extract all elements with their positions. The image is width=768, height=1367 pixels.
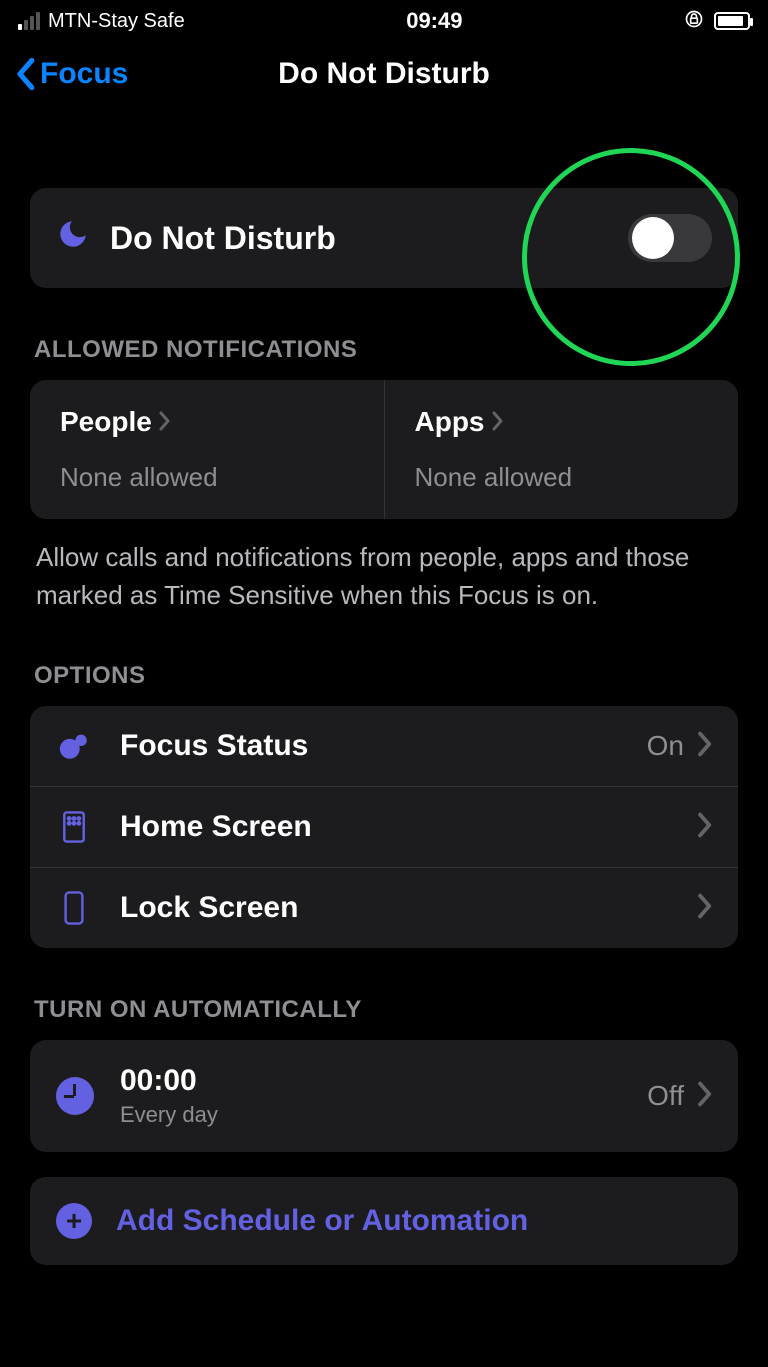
battery-icon xyxy=(714,12,750,30)
back-button[interactable]: Focus xyxy=(14,57,128,91)
moon-icon xyxy=(56,217,90,260)
allowed-header: ALLOWED NOTIFICATIONS xyxy=(34,336,734,364)
apps-sub: None allowed xyxy=(415,462,709,493)
people-sub: None allowed xyxy=(60,462,354,493)
focus-status-icon xyxy=(56,728,92,764)
lock-screen-row[interactable]: Lock Screen xyxy=(30,867,738,948)
people-cell[interactable]: People None allowed xyxy=(30,380,384,519)
plus-icon: + xyxy=(56,1203,92,1239)
apps-cell[interactable]: Apps None allowed xyxy=(384,380,739,519)
clock-icon xyxy=(56,1077,94,1115)
allowed-notifications-card: People None allowed Apps None allowed xyxy=(30,380,738,519)
options-header: OPTIONS xyxy=(34,662,734,690)
schedule-state: Off xyxy=(647,1080,684,1112)
chevron-right-icon xyxy=(696,893,712,924)
status-bar: MTN-Stay Safe 09:49 xyxy=(0,0,768,40)
rotation-lock-icon xyxy=(684,9,704,34)
page-title: Do Not Disturb xyxy=(278,57,490,91)
chevron-right-icon xyxy=(158,406,170,438)
home-screen-row[interactable]: Home Screen xyxy=(30,786,738,867)
back-label: Focus xyxy=(40,57,128,91)
options-card: Focus Status On Home Screen Lock Screen xyxy=(30,706,738,948)
chevron-right-icon xyxy=(696,731,712,762)
chevron-right-icon xyxy=(491,406,503,438)
lock-screen-label: Lock Screen xyxy=(120,891,696,925)
dnd-label: Do Not Disturb xyxy=(110,220,628,257)
people-label: People xyxy=(60,406,152,438)
carrier-label: MTN-Stay Safe xyxy=(48,10,185,33)
focus-status-row[interactable]: Focus Status On xyxy=(30,706,738,786)
home-screen-icon xyxy=(56,809,92,845)
add-schedule-row[interactable]: + Add Schedule or Automation xyxy=(30,1176,738,1265)
chevron-right-icon xyxy=(696,812,712,843)
status-time: 09:49 xyxy=(406,8,462,34)
home-screen-label: Home Screen xyxy=(120,810,696,844)
add-schedule-label: Add Schedule or Automation xyxy=(116,1204,528,1238)
nav-header: Focus Do Not Disturb xyxy=(0,40,768,108)
apps-label: Apps xyxy=(415,406,485,438)
schedule-time: 00:00 xyxy=(120,1064,647,1098)
dnd-toggle-row[interactable]: Do Not Disturb xyxy=(30,188,738,288)
chevron-right-icon xyxy=(696,1081,712,1112)
schedule-sub: Every day xyxy=(120,1102,647,1128)
lock-screen-icon xyxy=(56,890,92,926)
focus-status-value: On xyxy=(647,730,684,762)
signal-icon xyxy=(18,12,40,30)
schedule-card: 00:00 Every day Off xyxy=(30,1040,738,1152)
dnd-toggle[interactable] xyxy=(628,214,712,262)
auto-header: TURN ON AUTOMATICALLY xyxy=(34,996,734,1024)
allowed-footer: Allow calls and notifications from peopl… xyxy=(30,519,738,614)
schedule-row[interactable]: 00:00 Every day Off xyxy=(30,1040,738,1152)
focus-status-label: Focus Status xyxy=(120,729,647,763)
